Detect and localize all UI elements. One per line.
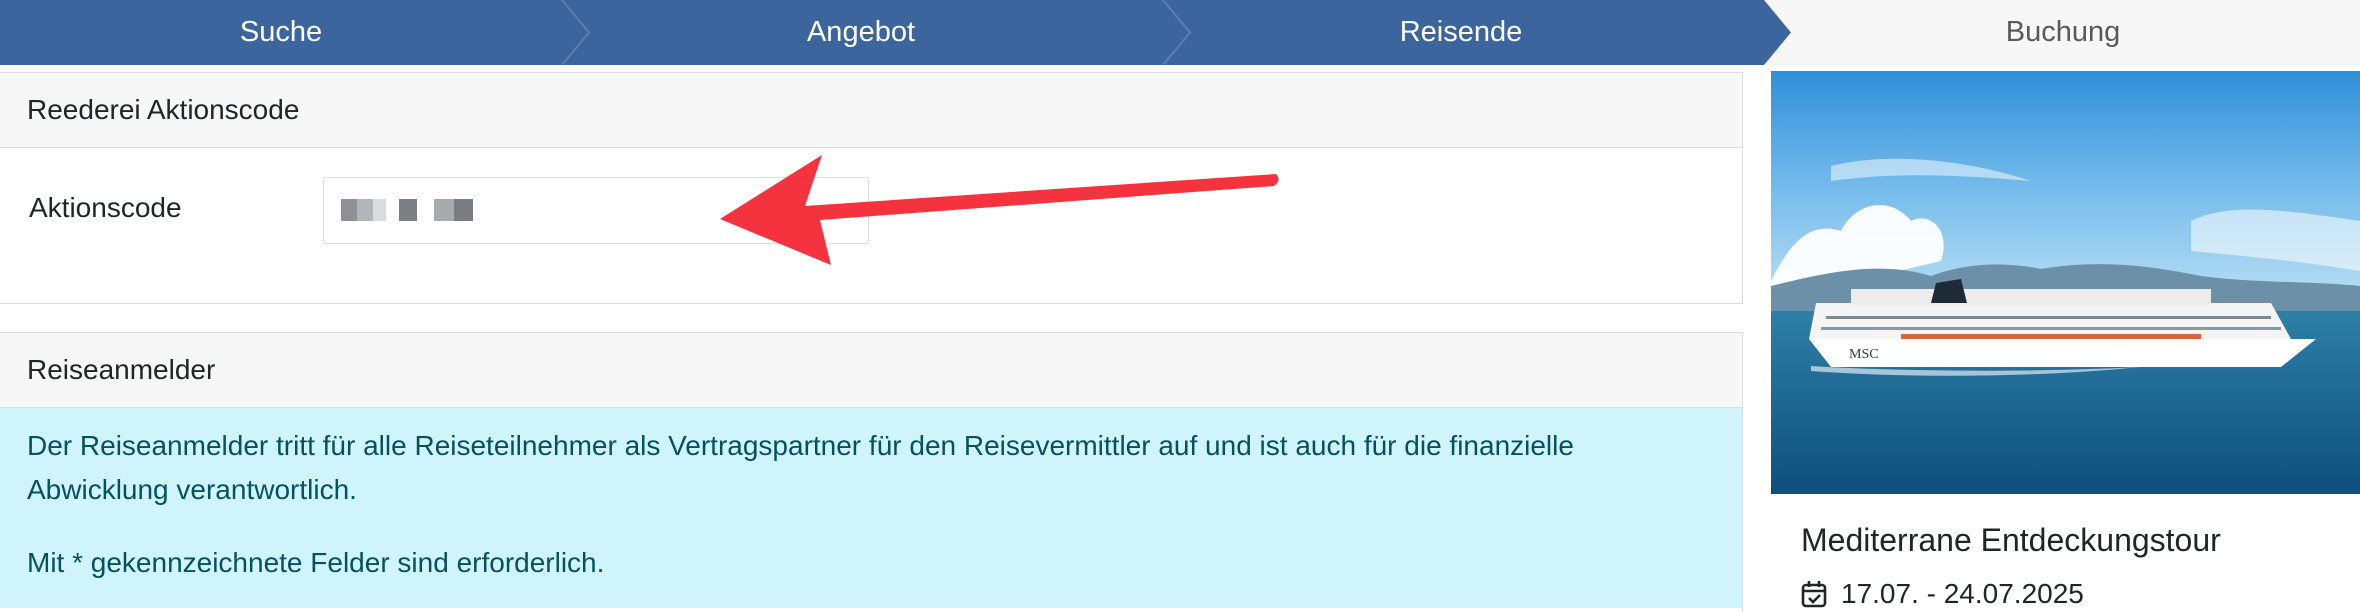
blurred-promo-code-value [341, 199, 473, 221]
step-reisende[interactable]: Reisende [1180, 0, 1742, 65]
trip-dates-row: 17.07. - 24.07.2025 [1801, 578, 2084, 610]
ship-decks [1809, 303, 2291, 339]
ship-brand-mark: MSC [1849, 347, 1879, 362]
promo-code-label: Aktionscode [29, 192, 182, 223]
step-suche[interactable]: Suche [0, 0, 562, 65]
progress-steps: Suche Angebot Reisende Buchung [0, 0, 2360, 65]
traveler-card-header: Reiseanmelder [0, 333, 1742, 408]
trip-dates: 17.07. - 24.07.2025 [1841, 578, 2084, 609]
step-angebot[interactable]: Angebot [580, 0, 1142, 65]
ship-window-line-2 [1821, 327, 2281, 330]
ship-illustration: MSC [1771, 71, 2360, 494]
ship-hull [1809, 339, 2316, 367]
ship-superstructure [1851, 289, 2211, 305]
ship-window-line-1 [1826, 316, 2271, 319]
traveler-info-text: Der Reiseanmelder tritt für alle Reisete… [27, 430, 1574, 505]
trip-image: MSC [1771, 71, 2360, 494]
ship-lifeboats [1901, 334, 2201, 339]
calendar-check-icon [1801, 581, 1827, 608]
traveler-info-box: Der Reiseanmelder tritt für alle Reisete… [0, 408, 1742, 608]
required-fields-note: Mit * gekennzeichnete Felder sind erford… [27, 547, 605, 578]
promo-code-card: Reederei Aktionscode Aktionscode [0, 72, 1743, 304]
step-buchung: Buchung [2005, 16, 2121, 48]
traveler-card: Reiseanmelder Der Reiseanmelder tritt fü… [0, 332, 1743, 612]
promo-code-input[interactable] [323, 177, 869, 244]
trip-title: Mediterrane Entdeckungstour [1801, 522, 2221, 558]
promo-code-card-header: Reederei Aktionscode [0, 73, 1742, 148]
